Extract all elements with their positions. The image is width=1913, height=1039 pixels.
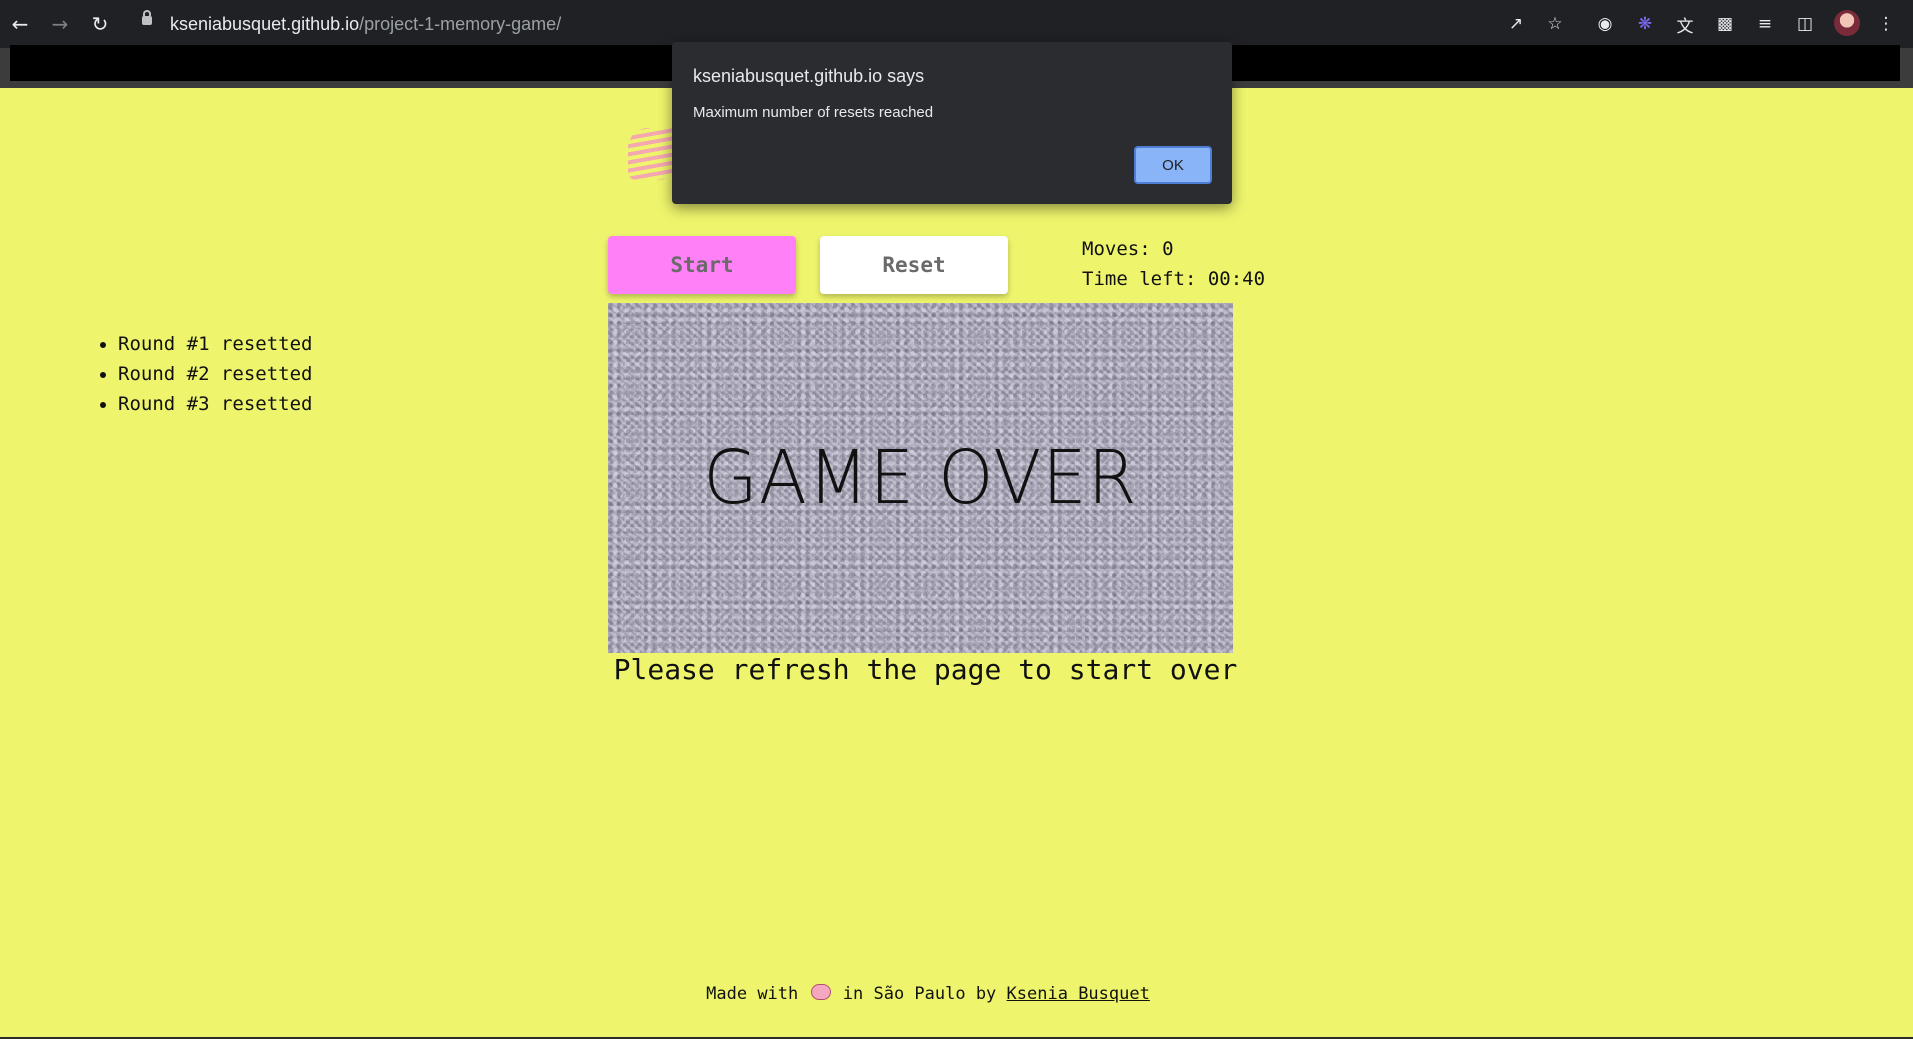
extension-icon[interactable]: ❋ (1633, 12, 1657, 36)
footer: Made with in São Paulo by Ksenia Busquet (706, 984, 1150, 1004)
forward-icon[interactable]: → (46, 10, 74, 38)
brain-icon (810, 984, 831, 1000)
refresh-message: Please refresh the page to start over (613, 653, 1238, 686)
url-text[interactable]: kseniabusquet.github.io/project-1-memory… (170, 14, 561, 35)
list-item: Round #3 resetted (118, 389, 312, 419)
puzzle-icon[interactable]: ▩ (1713, 12, 1737, 36)
browser-toolbar: ← → ↻ kseniabusquet.github.io/project-1-… (0, 0, 1913, 48)
menu-icon[interactable]: ⋮ (1874, 12, 1898, 36)
reset-log: Round #1 resetted Round #2 resetted Roun… (96, 329, 312, 419)
list-item: Round #2 resetted (118, 359, 312, 389)
star-icon[interactable]: ☆ (1543, 12, 1567, 36)
logo-decoration (628, 128, 678, 180)
author-link[interactable]: Ksenia Busquet (1007, 984, 1150, 1004)
camera-icon[interactable]: ◉ (1593, 12, 1617, 36)
game-over-text: GAME OVER (703, 435, 1138, 521)
stats-panel: Moves: 0 Time left: 00:40 (1082, 234, 1265, 294)
time-left: Time left: 00:40 (1082, 268, 1266, 290)
start-button[interactable]: Start (608, 236, 796, 294)
dialog-title: kseniabusquet.github.io says (693, 66, 925, 86)
moves-counter: Moves: 0 (1082, 238, 1174, 260)
reload-icon[interactable]: ↻ (86, 10, 114, 38)
game-over-board: GAME OVER (608, 303, 1233, 653)
side-panel-icon[interactable]: ◫ (1793, 12, 1817, 36)
dialog-message: Maximum number of resets reached (693, 104, 934, 121)
ok-button[interactable]: OK (1134, 146, 1212, 184)
lock-icon[interactable] (142, 10, 152, 25)
share-icon[interactable]: ↗ (1504, 12, 1528, 36)
list-item: Round #1 resetted (118, 329, 312, 359)
address-bar[interactable]: kseniabusquet.github.io/project-1-memory… (128, 8, 1568, 40)
back-icon[interactable]: ← (6, 10, 34, 38)
reading-list-icon[interactable]: ≡ (1753, 12, 1777, 36)
translate-icon[interactable]: 文 (1673, 12, 1697, 37)
reset-button[interactable]: Reset (820, 236, 1008, 294)
avatar[interactable] (1834, 10, 1860, 36)
alert-dialog: kseniabusquet.github.io says Maximum num… (672, 42, 1232, 204)
